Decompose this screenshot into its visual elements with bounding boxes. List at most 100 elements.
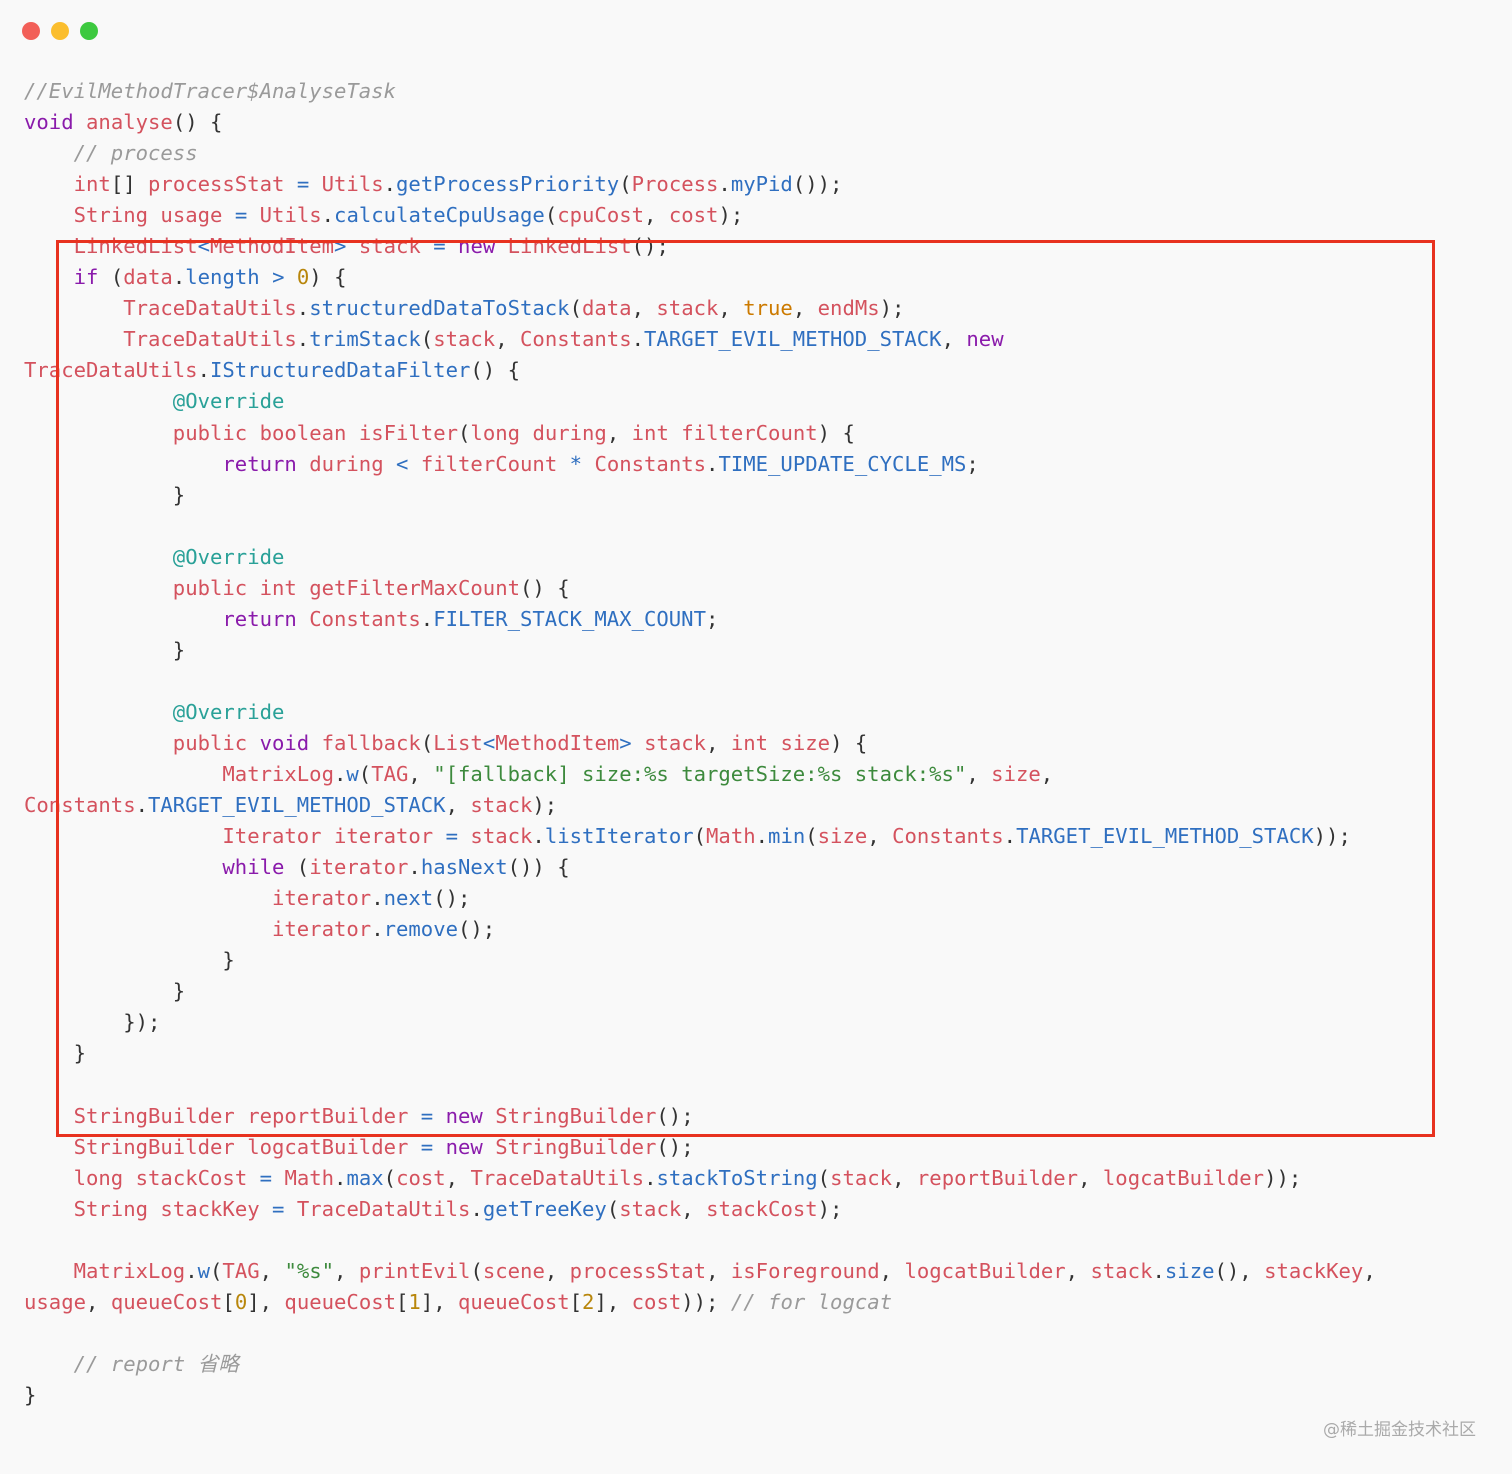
code-token: public bbox=[172, 420, 248, 445]
zoom-button[interactable] bbox=[80, 22, 98, 40]
code-token: filterCount bbox=[420, 451, 558, 476]
code-token: . bbox=[470, 1196, 483, 1221]
code-line: while (iterator.hasNext()) { bbox=[24, 852, 1376, 883]
code-token: )); bbox=[681, 1289, 719, 1314]
code-token: TAG bbox=[371, 762, 409, 787]
code-token: ( bbox=[383, 1165, 397, 1190]
code-token: LinkedList bbox=[507, 234, 632, 259]
code-token: Utils bbox=[259, 203, 322, 228]
code-token: processStat bbox=[569, 1258, 707, 1283]
code-token: myPid bbox=[730, 172, 793, 197]
code-token: "%s" bbox=[284, 1258, 335, 1283]
code-line: TraceDataUtils.IStructuredDataFilter() { bbox=[24, 355, 1376, 386]
code-token: ], bbox=[247, 1289, 285, 1314]
code-token: stackKey bbox=[160, 1196, 260, 1221]
code-token: , bbox=[495, 327, 521, 352]
code-line: StringBuilder logcatBuilder = new String… bbox=[24, 1132, 1376, 1163]
code-token: usage bbox=[160, 203, 223, 228]
minimize-button[interactable] bbox=[51, 22, 69, 40]
code-token: , bbox=[86, 1289, 111, 1314]
code-token: . bbox=[135, 793, 148, 818]
code-token: , bbox=[259, 1258, 285, 1283]
code-line: TraceDataUtils.trimStack(stack, Constant… bbox=[24, 324, 1376, 355]
code-line: } bbox=[24, 976, 1376, 1007]
code-line: usage, queueCost[0], queueCost[1], queue… bbox=[24, 1287, 1376, 1318]
window-controls bbox=[22, 22, 98, 40]
close-button[interactable] bbox=[22, 22, 40, 40]
code-line: // process bbox=[24, 138, 1376, 169]
code-token: logcatBuilder bbox=[1102, 1165, 1265, 1190]
code-token: } bbox=[24, 637, 186, 662]
code-token: ], bbox=[420, 1289, 459, 1314]
code-line: } bbox=[24, 480, 1376, 511]
code-token: true bbox=[743, 296, 793, 321]
code-token: queueCost bbox=[284, 1289, 397, 1314]
code-token: reportBuilder bbox=[247, 1103, 409, 1128]
code-token: TraceDataUtils bbox=[470, 1165, 645, 1190]
code-line: public void fallback(List<MethodItem> st… bbox=[24, 728, 1376, 759]
code-token: ; bbox=[705, 606, 719, 631]
code-token: TraceDataUtils bbox=[123, 296, 297, 321]
code-token: } bbox=[24, 482, 186, 507]
code-token: . bbox=[1003, 824, 1017, 849]
code-token: //EvilMethodTracer$AnalyseTask bbox=[24, 79, 396, 103]
code-token: . bbox=[371, 886, 384, 911]
code-token: @Override bbox=[172, 544, 285, 569]
code-token: < bbox=[482, 730, 496, 755]
code-token: structuredDataToStack bbox=[309, 296, 570, 321]
code-token: = bbox=[259, 1165, 273, 1190]
code-token: . bbox=[631, 327, 645, 352]
code-token: . bbox=[706, 451, 719, 476]
code-token: data bbox=[123, 265, 173, 290]
code-token: stack bbox=[830, 1165, 893, 1190]
code-token: TraceDataUtils bbox=[123, 327, 297, 352]
code-token: long bbox=[470, 420, 521, 445]
code-token: ; bbox=[966, 451, 979, 476]
code-line: long stackCost = Math.max(cost, TraceDat… bbox=[24, 1163, 1376, 1194]
code-token: )); bbox=[1313, 824, 1351, 849]
code-token: void bbox=[24, 110, 74, 135]
code-token: (), bbox=[1214, 1258, 1265, 1283]
code-token: . bbox=[296, 296, 310, 321]
code-token: w bbox=[346, 762, 359, 787]
code-line: return Constants.FILTER_STACK_MAX_COUNT; bbox=[24, 604, 1376, 635]
code-token: = bbox=[272, 1196, 285, 1221]
code-token: trimStack bbox=[309, 327, 421, 352]
code-line: } bbox=[24, 1380, 1376, 1411]
code-token: data bbox=[581, 296, 632, 321]
code-token: (); bbox=[656, 1134, 694, 1159]
code-token: , bbox=[706, 1258, 731, 1283]
code-token: printEvil bbox=[358, 1258, 471, 1283]
code-token: )); bbox=[1264, 1165, 1302, 1190]
code-token: ( bbox=[619, 172, 632, 197]
code-token: ( bbox=[544, 203, 558, 228]
code-token: , bbox=[606, 420, 632, 445]
code-line: MatrixLog.w(TAG, "[fallback] size:%s tar… bbox=[24, 759, 1376, 790]
code-token: ( bbox=[284, 855, 310, 880]
code-token: [] bbox=[110, 172, 149, 197]
code-token: return bbox=[222, 451, 297, 476]
code-token: new bbox=[458, 234, 496, 259]
code-token: () { bbox=[172, 110, 223, 135]
code-token: . bbox=[718, 172, 731, 197]
code-line: return during < filterCount * Constants.… bbox=[24, 449, 1376, 480]
